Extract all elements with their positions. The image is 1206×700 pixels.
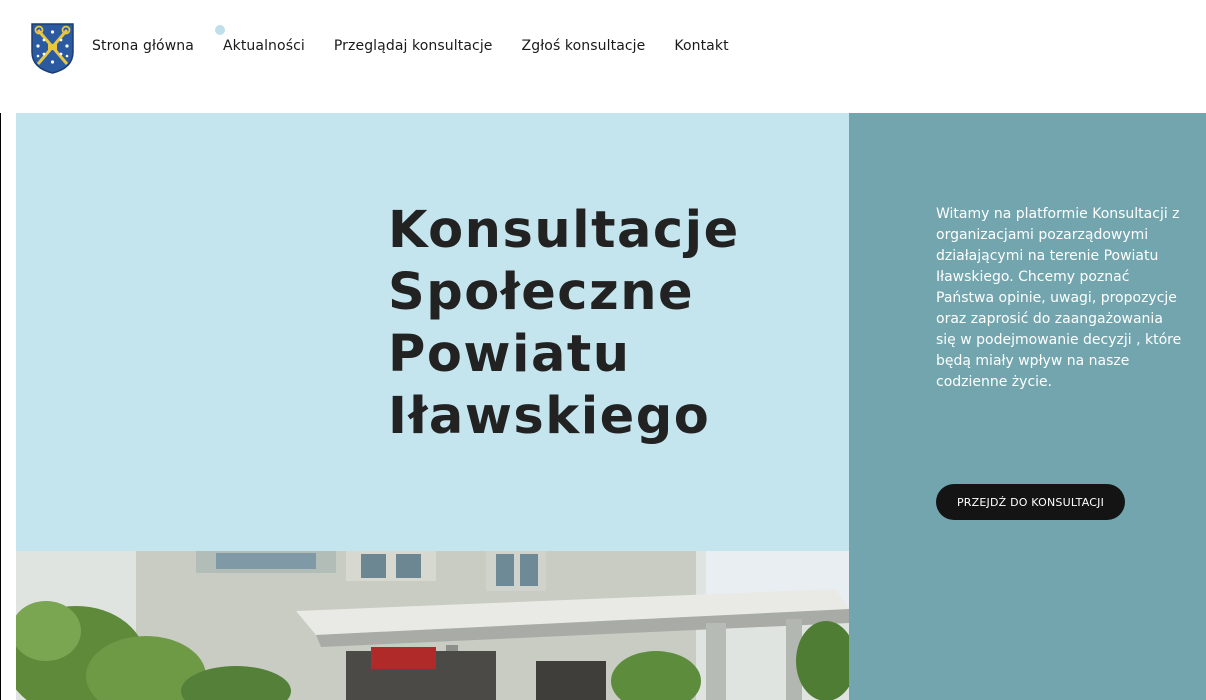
- site-header: Strona główna Aktualności Przeglądaj kon…: [0, 0, 1206, 113]
- nav-item-news[interactable]: Aktualności: [223, 38, 305, 54]
- nav-item-home[interactable]: Strona główna: [92, 38, 194, 54]
- county-crest-icon[interactable]: [30, 22, 75, 74]
- intro-panel: [849, 113, 1206, 700]
- nav-item-submit-consultation[interactable]: Zgłoś konsultacje: [522, 38, 646, 54]
- nav-item-contact[interactable]: Kontakt: [674, 38, 728, 54]
- title-line: Iławskiego: [388, 387, 711, 446]
- nav-item-browse-consultations[interactable]: Przeglądaj konsultacje: [334, 38, 493, 54]
- intro-text: Witamy na platformie Konsultacji z organ…: [936, 206, 1182, 390]
- building-photo-illustration: [16, 551, 849, 700]
- building-photo: [16, 551, 849, 700]
- title-line: Powiatu: [388, 325, 631, 384]
- go-to-consultations-button[interactable]: PRZEJDŹ DO KONSULTACJI: [936, 484, 1125, 520]
- nav-active-indicator: [215, 25, 225, 35]
- main-navigation: Strona główna Aktualności Przeglądaj kon…: [92, 38, 758, 54]
- page-title: Konsultacje Społeczne Powiatu Iławskiego: [388, 200, 828, 448]
- title-line: Społeczne: [388, 263, 695, 322]
- title-line: Konsultacje: [388, 201, 740, 260]
